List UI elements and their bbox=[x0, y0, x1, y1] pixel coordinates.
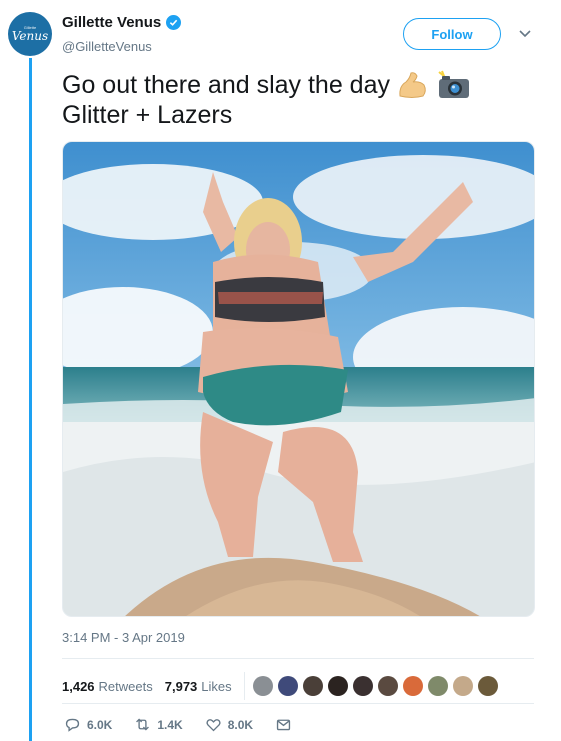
liker-avatar[interactable] bbox=[302, 676, 323, 696]
liker-avatar[interactable] bbox=[352, 676, 373, 696]
reply-button[interactable]: 6.0K bbox=[64, 716, 112, 733]
avatar-brand-main: Venus bbox=[11, 28, 49, 43]
stats-separator bbox=[243, 672, 245, 700]
retweets-label[interactable]: Retweets bbox=[99, 679, 153, 694]
liker-avatars bbox=[252, 676, 498, 696]
liker-avatar[interactable] bbox=[452, 676, 473, 696]
like-count: 8.0K bbox=[227, 717, 254, 732]
flexed-biceps-icon bbox=[399, 72, 426, 98]
liker-avatar[interactable] bbox=[402, 676, 423, 696]
reply-icon bbox=[65, 718, 80, 732]
retweet-button[interactable]: 1.4K bbox=[134, 716, 183, 733]
follow-button[interactable]: Follow bbox=[403, 18, 501, 50]
likes-label[interactable]: Likes bbox=[201, 679, 231, 694]
retweets-count[interactable]: 1,426 bbox=[62, 679, 95, 694]
camera-with-flash-icon bbox=[438, 70, 469, 98]
heart-icon bbox=[206, 719, 221, 732]
liker-avatar[interactable] bbox=[277, 676, 298, 696]
retweet-count: 1.4K bbox=[157, 717, 183, 732]
thread-line bbox=[29, 58, 32, 741]
avatar-brand-small: Gillette bbox=[23, 24, 37, 30]
tweet-timestamp[interactable]: 3:14 PM - 3 Apr 2019 bbox=[62, 630, 185, 645]
liker-avatar[interactable] bbox=[377, 676, 398, 696]
display-name[interactable]: Gillette Venus bbox=[62, 14, 161, 31]
retweet-icon bbox=[136, 718, 150, 731]
liker-avatar[interactable] bbox=[327, 676, 348, 696]
tweet-line-2: Glitter + Lazers bbox=[62, 101, 233, 129]
divider-bottom bbox=[62, 703, 534, 704]
tweet-line-1: Go out there and slay the day bbox=[62, 71, 390, 99]
reply-count: 6.0K bbox=[87, 717, 113, 732]
tweet-actions: 6.0K 1.4K 8.0K bbox=[64, 716, 314, 733]
direct-message-button[interactable] bbox=[275, 716, 292, 733]
liker-avatar[interactable] bbox=[427, 676, 448, 696]
avatar[interactable]: Gillette Venus bbox=[8, 12, 52, 56]
verified-badge-icon bbox=[166, 15, 182, 30]
divider-top bbox=[62, 658, 534, 659]
chevron-down-icon[interactable] bbox=[518, 26, 532, 40]
like-button[interactable]: 8.0K bbox=[205, 716, 253, 733]
likes-count[interactable]: 7,973 bbox=[165, 679, 198, 694]
author-name-row: Gillette Venus bbox=[62, 14, 182, 31]
handle[interactable]: @GilletteVenus bbox=[62, 39, 152, 54]
liker-avatar[interactable] bbox=[252, 676, 273, 696]
liker-avatar[interactable] bbox=[477, 676, 498, 696]
envelope-icon bbox=[276, 719, 291, 731]
tweet-stats: 1,426 Retweets 7,973 Likes bbox=[62, 672, 498, 700]
tweet-photo[interactable] bbox=[62, 141, 535, 617]
tweet-text: Go out there and slay the day Glitter + … bbox=[62, 70, 542, 130]
